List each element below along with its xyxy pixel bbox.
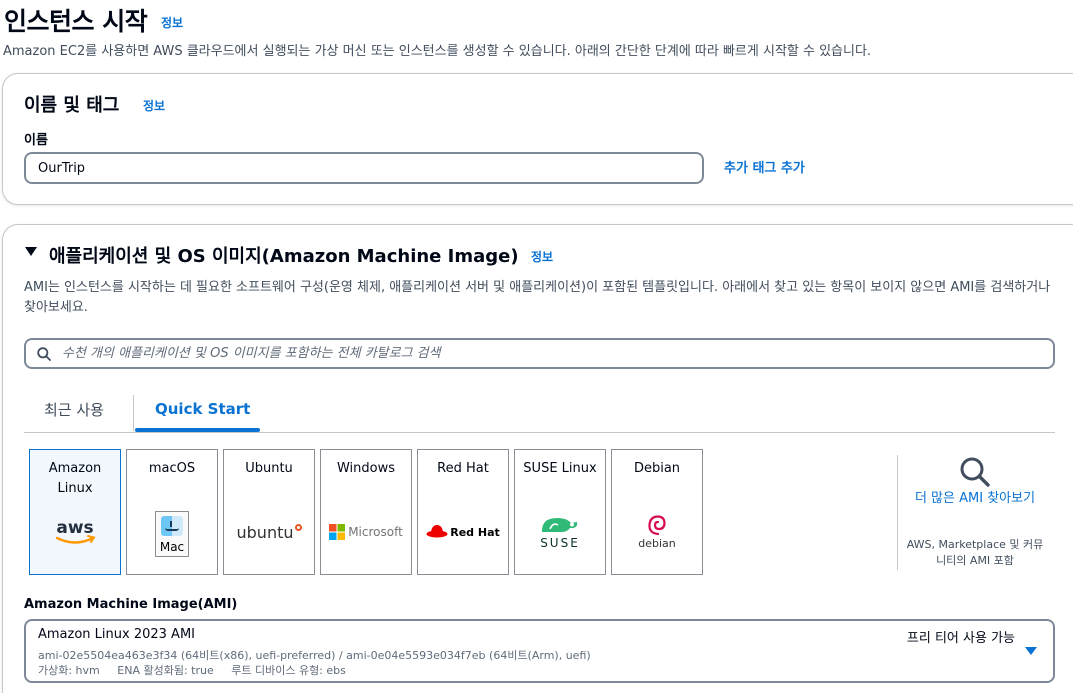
mac-finder-icon: Mac (127, 510, 217, 557)
ami-description: AMI는 인스턴스를 시작하는 데 필요한 소프트웨어 구성(운영 체제, 애플… (24, 280, 1051, 315)
tab-separator (133, 395, 134, 431)
add-additional-tags-link[interactable]: 추가 태그 추가 (724, 157, 805, 176)
os-card-windows[interactable]: Windows Microsoft (320, 449, 412, 575)
free-tier-badge: 프리 티어 사용 가능 (906, 631, 1015, 646)
ami-select-label: Amazon Machine Image(AMI) (24, 597, 238, 612)
tabs-divider (24, 432, 1055, 433)
ami-info-link[interactable]: 정보 (531, 248, 553, 265)
virtualization-value: 가상화: hvm (38, 664, 100, 677)
os-card-label: macOS (148, 461, 196, 476)
os-card-label: Amazon Linux (48, 461, 102, 496)
name-and-tags-panel (2, 73, 1073, 205)
os-card-red-hat[interactable]: Red Hat Red Hat (417, 449, 509, 575)
page-info-link[interactable]: 정보 (161, 14, 183, 31)
selected-ami-name: Amazon Linux 2023 AMI (38, 627, 195, 642)
browse-more-amis-link[interactable]: 더 많은 AMI 찾아보기 (905, 489, 1045, 509)
name-label: 이름 (24, 133, 48, 148)
selected-ami-ids: ami-02e5504ea463e3f34 (64비트(x86), uefi-p… (38, 649, 591, 662)
suse-logo-icon: SUSE (515, 510, 605, 554)
svg-text:aws: aws (56, 518, 93, 538)
name-input[interactable] (24, 152, 704, 184)
os-card-debian[interactable]: Debian debian (611, 449, 703, 575)
selected-ami-meta: 가상화: hvm ENA 활성화됨: true 루트 디바이스 유형: ebs (38, 662, 360, 678)
search-icon (37, 347, 51, 361)
os-card-amazon-linux[interactable]: Amazon Linux aws (29, 449, 121, 575)
aws-logo-icon: aws (30, 510, 120, 554)
collapse-caret-icon[interactable] (25, 247, 37, 256)
tab-recently-used[interactable]: 최근 사용 (44, 399, 104, 420)
os-card-label: Windows (336, 461, 396, 476)
browse-divider (897, 455, 898, 570)
os-card-macos[interactable]: macOS Mac (126, 449, 218, 575)
chevron-down-icon (1025, 647, 1037, 655)
os-card-label: Debian (633, 461, 681, 476)
name-tags-info-link[interactable]: 정보 (143, 97, 165, 114)
debian-logo-icon: debian (612, 510, 702, 554)
page-title: 인스턴스 시작 (4, 7, 148, 36)
microsoft-logo-icon: Microsoft (321, 510, 411, 554)
ami-heading: 애플리케이션 및 OS 이미지(Amazon Machine Image) (49, 246, 519, 267)
os-card-suse-linux[interactable]: SUSE Linux SUSE (514, 449, 606, 575)
name-tags-heading: 이름 및 태그 (24, 95, 120, 116)
os-card-label: Red Hat (437, 461, 489, 476)
page-description: Amazon EC2를 사용하면 AWS 클라우드에서 실행되는 가상 머신 또… (3, 44, 872, 59)
os-card-label: Ubuntu (245, 461, 293, 476)
os-card-label: SUSE Linux (523, 461, 597, 476)
ami-select-dropdown[interactable]: Amazon Linux 2023 AMI 프리 티어 사용 가능 ami-02… (24, 619, 1055, 683)
browse-more-description: AWS, Marketplace 및 커뮤니티의 AMI 포함 (906, 538, 1044, 567)
browse-search-icon[interactable] (959, 456, 991, 488)
ena-value: ENA 활성화됨: true (117, 664, 214, 677)
ami-search-input[interactable] (62, 340, 1042, 367)
ami-search-box[interactable] (24, 338, 1055, 369)
root-device-value: 루트 디바이스 유형: ebs (231, 664, 346, 677)
redhat-logo-icon: Red Hat (418, 510, 508, 554)
ubuntu-logo-icon: ubuntu (224, 510, 314, 554)
tab-quick-start[interactable]: Quick Start (155, 400, 250, 418)
os-card-ubuntu[interactable]: Ubuntu ubuntu (223, 449, 315, 575)
